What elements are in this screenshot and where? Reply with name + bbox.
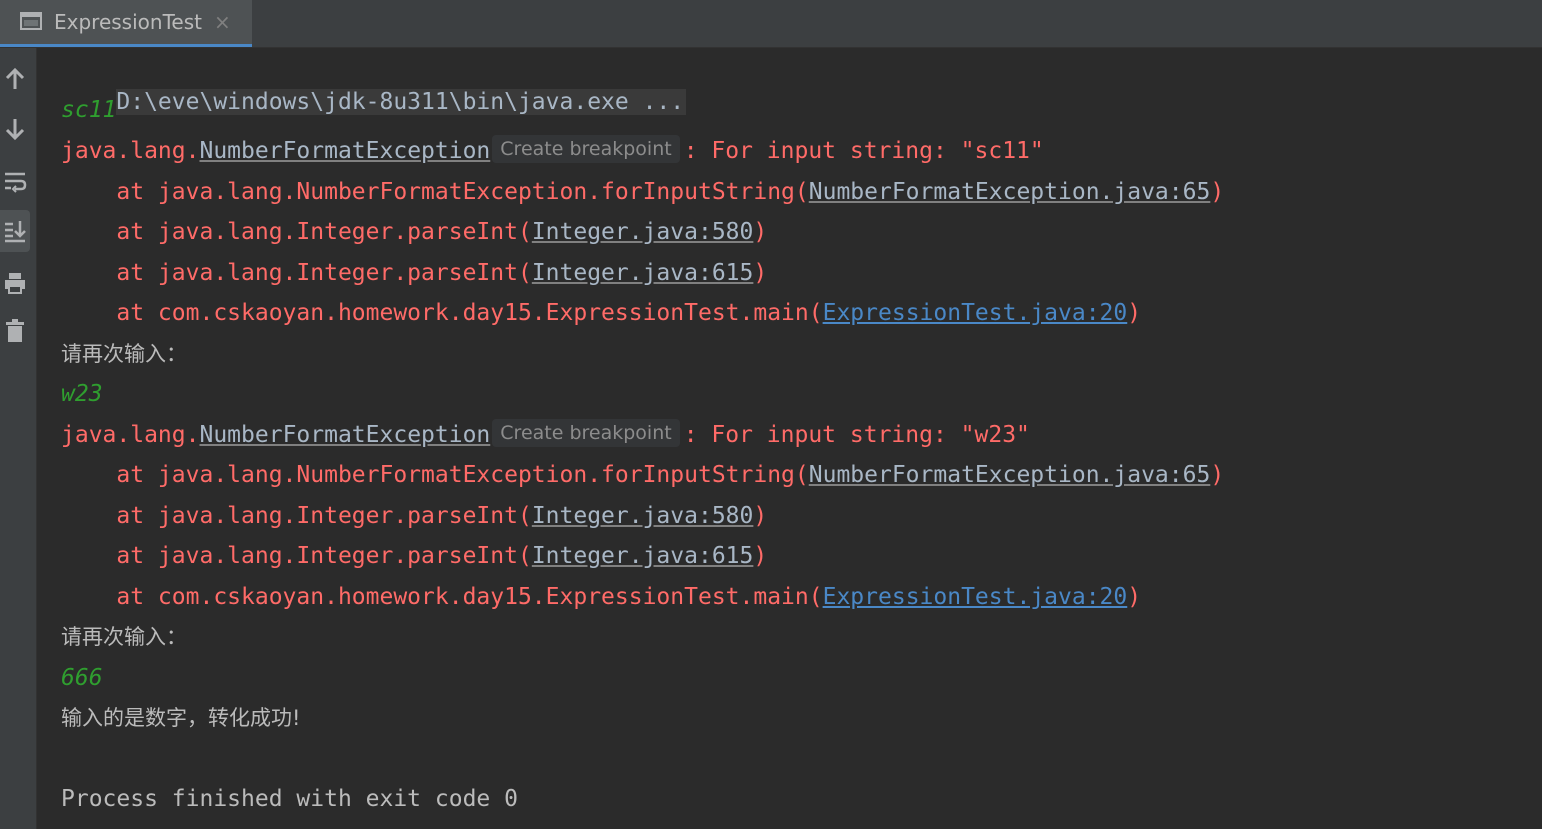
frame-text: at com.cskaoyan.homework.day15.Expressio… [61, 584, 823, 610]
print-icon[interactable] [0, 262, 30, 304]
tab-title: ExpressionTest [54, 10, 202, 34]
exception-prefix: java.lang. [61, 422, 200, 448]
frame-text: at java.lang.Integer.parseInt( [61, 543, 532, 569]
user-input-line: 666 [61, 665, 103, 691]
frame-suffix: ) [1127, 300, 1142, 326]
frame-suffix: ) [753, 260, 768, 286]
console-toolbar [0, 48, 37, 829]
exception-class-link[interactable]: NumberFormatException [199, 422, 490, 448]
frame-text: at java.lang.NumberFormatException.forIn… [61, 179, 809, 205]
frame-source-link[interactable]: NumberFormatException.java:65 [809, 462, 1211, 488]
command-text: D:\eve\windows\jdk-8u311\bin\java.exe ..… [116, 89, 687, 115]
close-icon[interactable]: × [214, 10, 231, 34]
frame-source-link[interactable]: NumberFormatException.java:65 [809, 179, 1211, 205]
frame-source-link[interactable]: Integer.java:615 [532, 260, 754, 286]
console-icon [20, 12, 42, 30]
stack-frame: at java.lang.Integer.parseInt(Integer.ja… [61, 540, 767, 572]
frame-text: at java.lang.Integer.parseInt( [61, 503, 532, 529]
stack-frame: at java.lang.Integer.parseInt(Integer.ja… [61, 257, 767, 289]
frame-source-link[interactable]: Integer.java:580 [532, 219, 754, 245]
process-finished-line: Process finished with exit code 0 [61, 786, 518, 812]
exception-line: java.lang.NumberFormatException Create br… [61, 419, 1030, 451]
frame-suffix: ) [753, 503, 768, 529]
frame-text: at com.cskaoyan.homework.day15.Expressio… [61, 300, 823, 326]
trash-icon[interactable] [0, 310, 30, 352]
frame-source-link[interactable]: ExpressionTest.java:20 [823, 300, 1128, 326]
frame-text: at java.lang.Integer.parseInt( [61, 260, 532, 286]
frame-source-link[interactable]: ExpressionTest.java:20 [823, 584, 1128, 610]
frame-suffix: ) [1210, 462, 1225, 488]
tab-expressiontest[interactable]: ExpressionTest × [0, 0, 252, 47]
frame-suffix: ) [1127, 584, 1142, 610]
frame-text: at java.lang.Integer.parseInt( [61, 219, 532, 245]
frame-suffix: ) [753, 543, 768, 569]
frame-source-link[interactable]: Integer.java:615 [532, 543, 754, 569]
console-output[interactable]: D:\eve\windows\jdk-8u311\bin\java.exe ..… [37, 48, 1542, 829]
prompt-line: 请再次输入： [61, 342, 187, 366]
user-input-line: sc11 [61, 97, 117, 123]
stack-frame: at com.cskaoyan.homework.day15.Expressio… [61, 297, 1141, 329]
frame-suffix: ) [1210, 179, 1225, 205]
tool-window-header: ExpressionTest × [0, 0, 1542, 48]
exception-message: : For input string: "sc11" [683, 138, 1044, 164]
frame-suffix: ) [753, 219, 768, 245]
frame-source-link[interactable]: Integer.java:580 [532, 503, 754, 529]
prompt-line: 请再次输入： [61, 625, 187, 649]
stack-frame: at java.lang.Integer.parseInt(Integer.ja… [61, 500, 767, 532]
down-arrow-icon[interactable] [0, 108, 30, 150]
stack-frame: at java.lang.NumberFormatException.forIn… [61, 459, 1224, 491]
success-message: 输入的是数字，转化成功! [61, 706, 301, 730]
stack-frame: at com.cskaoyan.homework.day15.Expressio… [61, 581, 1141, 613]
scroll-to-end-icon[interactable] [0, 210, 30, 252]
exception-prefix: java.lang. [61, 138, 200, 164]
up-arrow-icon[interactable] [0, 58, 30, 100]
soft-wrap-icon[interactable] [0, 160, 30, 202]
stack-frame: at java.lang.NumberFormatException.forIn… [61, 176, 1224, 208]
stack-frame: at java.lang.Integer.parseInt(Integer.ja… [61, 216, 767, 248]
command-line: D:\eve\windows\jdk-8u311\bin\java.exe ..… [61, 54, 687, 115]
exception-class-link[interactable]: NumberFormatException [199, 138, 490, 164]
exception-message: : For input string: "w23" [683, 422, 1030, 448]
frame-text: at java.lang.NumberFormatException.forIn… [61, 462, 809, 488]
user-input-line: w23 [61, 381, 103, 407]
create-breakpoint-hint[interactable]: Create breakpoint [492, 135, 680, 163]
create-breakpoint-hint[interactable]: Create breakpoint [492, 419, 680, 447]
exception-line: java.lang.NumberFormatException Create br… [61, 135, 1044, 167]
